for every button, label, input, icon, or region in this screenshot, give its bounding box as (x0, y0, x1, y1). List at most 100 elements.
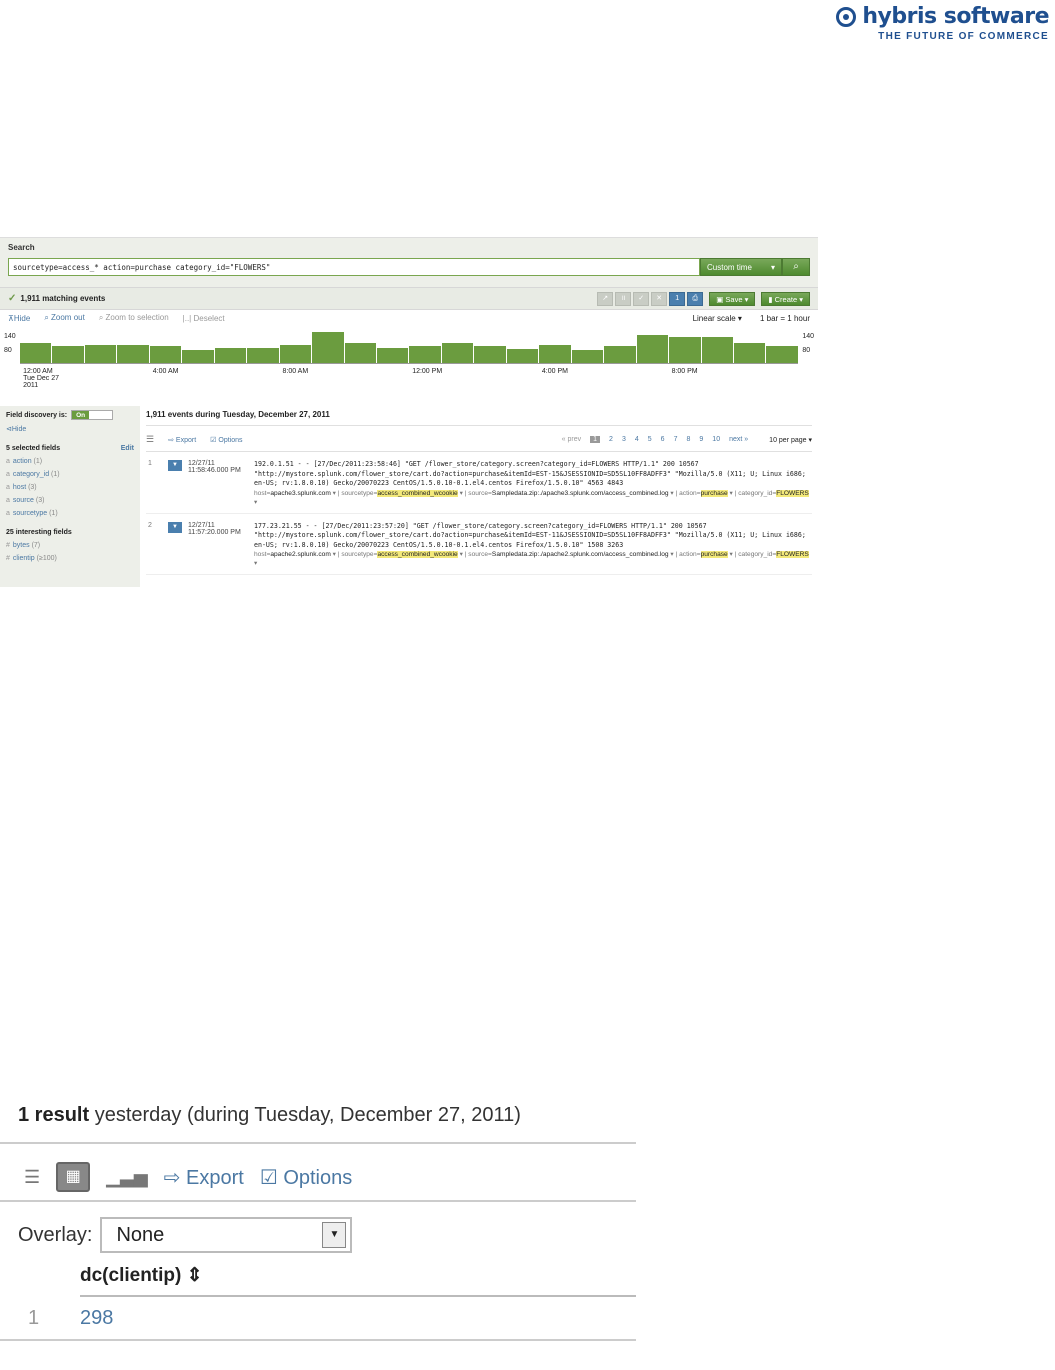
timeline-histogram[interactable]: 12:00 AM Tue Dec 27 2011 4:00 AM 8:00 AM 12:0… (20, 326, 798, 389)
histogram-bar[interactable] (344, 342, 376, 363)
page-link[interactable]: 9 (699, 436, 703, 443)
pause-icon[interactable]: ॥ (615, 291, 632, 306)
row-value-link[interactable]: 298 (80, 1307, 113, 1330)
sidebar-hide-link[interactable]: ⊲Hide (6, 425, 134, 433)
histogram-bar[interactable] (506, 348, 539, 363)
page-link[interactable]: 4 (635, 436, 639, 443)
histogram-bar[interactable] (571, 350, 604, 363)
field-discovery-label: Field discovery is: (6, 411, 68, 419)
logo-name: hybris software (862, 4, 1049, 29)
table-view-icon[interactable]: ▦ (56, 1162, 91, 1192)
page-link[interactable]: 5 (648, 436, 652, 443)
sidebar-field-source[interactable]: a source (3) (6, 497, 134, 504)
histogram-bar[interactable] (766, 346, 798, 363)
histogram-bar[interactable] (20, 342, 52, 363)
histogram-bar[interactable] (539, 344, 571, 363)
options-icon: ☑ (210, 436, 217, 444)
timeline-hide-link[interactable]: ⊼Hide (8, 314, 30, 323)
logo-tagline: THE FUTURE OF COMMERCE (878, 31, 1049, 42)
page-link[interactable]: 7 (674, 436, 678, 443)
event-timestamp: 12/27/11 11:57:20.000 PM (188, 521, 241, 536)
event-field-value[interactable]: | action=purchase ▾ (674, 551, 733, 558)
histogram-bar[interactable] (636, 335, 669, 363)
histogram-bar[interactable] (52, 346, 84, 363)
histogram-bar[interactable] (669, 337, 701, 363)
event-field-value[interactable]: host=apache3.splunk.com ▾ (254, 490, 336, 497)
scale-dropdown[interactable]: Linear scale ▾ (693, 314, 742, 323)
export-link[interactable]: ⇨ Export (168, 436, 196, 444)
histogram-bar[interactable] (701, 337, 733, 363)
timeline-y-axis-right: 140 80 (802, 333, 814, 354)
histogram-bar[interactable] (279, 344, 312, 363)
options-link[interactable]: ☑ Options (260, 1165, 352, 1190)
histogram-bar[interactable] (733, 342, 766, 363)
event-actions-icon[interactable]: ▼ (168, 521, 182, 533)
zoom-out-link[interactable]: ⌕ Zoom out (44, 313, 85, 323)
sidebar-field-sourcetype[interactable]: a sourcetype (1) (6, 510, 134, 517)
sidebar-field-category_id[interactable]: a category_id (1) (6, 471, 134, 478)
histogram-bar[interactable] (474, 346, 506, 363)
export-link[interactable]: ⇨ Export (164, 1165, 244, 1190)
event-field-value[interactable]: | source=Sampledata.zip:./apache3.splunk… (463, 490, 674, 497)
chart-view-icon[interactable]: ▁▃▅ (106, 1167, 148, 1188)
event-field-value[interactable]: | sourcetype=access_combined_wcookie ▾ (336, 489, 463, 497)
histogram-bar[interactable] (376, 348, 409, 363)
list-view-icon[interactable]: ☰ (24, 1167, 40, 1188)
create-button[interactable]: ▮ Create ▾ (761, 291, 810, 306)
job-inspector-button[interactable]: 1 (669, 291, 686, 306)
per-page-dropdown[interactable]: 10 per page ▾ (769, 436, 812, 444)
histogram-bar[interactable] (214, 348, 247, 363)
list-view-icon[interactable]: ☰ (146, 434, 154, 445)
histogram-bar[interactable] (247, 348, 279, 363)
event-raw-text: 192.0.1.51 - - [27/Dec/2011:23:58:46] "G… (254, 460, 806, 487)
histogram-bar[interactable] (312, 331, 344, 363)
histogram-bar[interactable] (117, 344, 149, 363)
finalize-icon[interactable]: ✓ (633, 291, 650, 306)
timeline-toolbar: ⊼Hide ⌕ Zoom out ⌕ Zoom to selection |..… (0, 310, 818, 326)
events-title: 1,911 events during Tuesday, December 27… (146, 410, 812, 426)
search-go-button[interactable]: ⌕ (782, 258, 810, 276)
sidebar-field-clientip[interactable]: # clientip (≥100) (6, 555, 134, 562)
histogram-bar[interactable] (441, 342, 474, 363)
histogram-bar[interactable] (149, 346, 182, 363)
histogram-bar[interactable] (84, 344, 117, 363)
histogram-bar[interactable] (604, 346, 636, 363)
sort-icon: ⇕ (186, 1265, 203, 1286)
result-count: 1 result (18, 1104, 90, 1126)
page-link[interactable]: 10 (712, 436, 720, 443)
time-range-picker[interactable]: Custom time ▾ (700, 258, 782, 276)
options-link[interactable]: ☑ Options (210, 436, 242, 444)
prev-page-link[interactable]: « prev (562, 436, 581, 443)
save-button[interactable]: ▣ Save ▾ (709, 291, 756, 306)
event-field-value[interactable]: | action=purchase ▾ (674, 489, 733, 497)
event-field-value[interactable]: | source=Sampledata.zip:./apache2.splunk… (463, 551, 674, 558)
overlay-value: None (116, 1223, 165, 1246)
page-link[interactable]: 3 (622, 436, 626, 443)
search-input[interactable]: sourcetype=access_* action=purchase cate… (8, 258, 700, 276)
zoom-to-selection-link[interactable]: ⌕ Zoom to selection (99, 313, 169, 323)
event-actions-icon[interactable]: ▼ (168, 460, 182, 471)
event-field-value[interactable]: | sourcetype=access_combined_wcookie ▾ (336, 551, 463, 558)
event-field-value[interactable]: host=apache2.splunk.com ▾ (254, 551, 336, 558)
overlay-select[interactable]: None ▼ (100, 1217, 353, 1253)
page-link[interactable]: 6 (661, 436, 665, 443)
send-to-background-icon[interactable]: ↗ (597, 291, 614, 306)
column-header-dc-clientip[interactable]: dc(clientip) ⇕ (80, 1256, 636, 1297)
edit-fields-link[interactable]: Edit (121, 445, 134, 452)
next-page-link[interactable]: next » (729, 436, 748, 443)
sidebar-field-bytes[interactable]: # bytes (7) (6, 542, 134, 549)
cancel-icon[interactable]: ✕ (651, 291, 668, 306)
histogram-bar[interactable] (409, 346, 441, 363)
field-discovery-toggle[interactable]: On (71, 410, 114, 420)
deselect-link[interactable]: |..| Deselect (183, 314, 225, 323)
search-title: Search (8, 243, 35, 252)
print-icon[interactable]: ⎙ (687, 291, 704, 306)
page-link[interactable]: 1 (590, 436, 601, 443)
x-axis-label: 12:00 PM (412, 368, 443, 375)
sidebar-field-host[interactable]: a host (3) (6, 484, 134, 491)
x-axis-label: 8:00 PM (671, 368, 698, 375)
histogram-bar[interactable] (182, 350, 214, 363)
sidebar-field-action[interactable]: a action (1) (6, 458, 134, 465)
page-link[interactable]: 2 (609, 436, 613, 443)
page-link[interactable]: 8 (686, 436, 690, 443)
